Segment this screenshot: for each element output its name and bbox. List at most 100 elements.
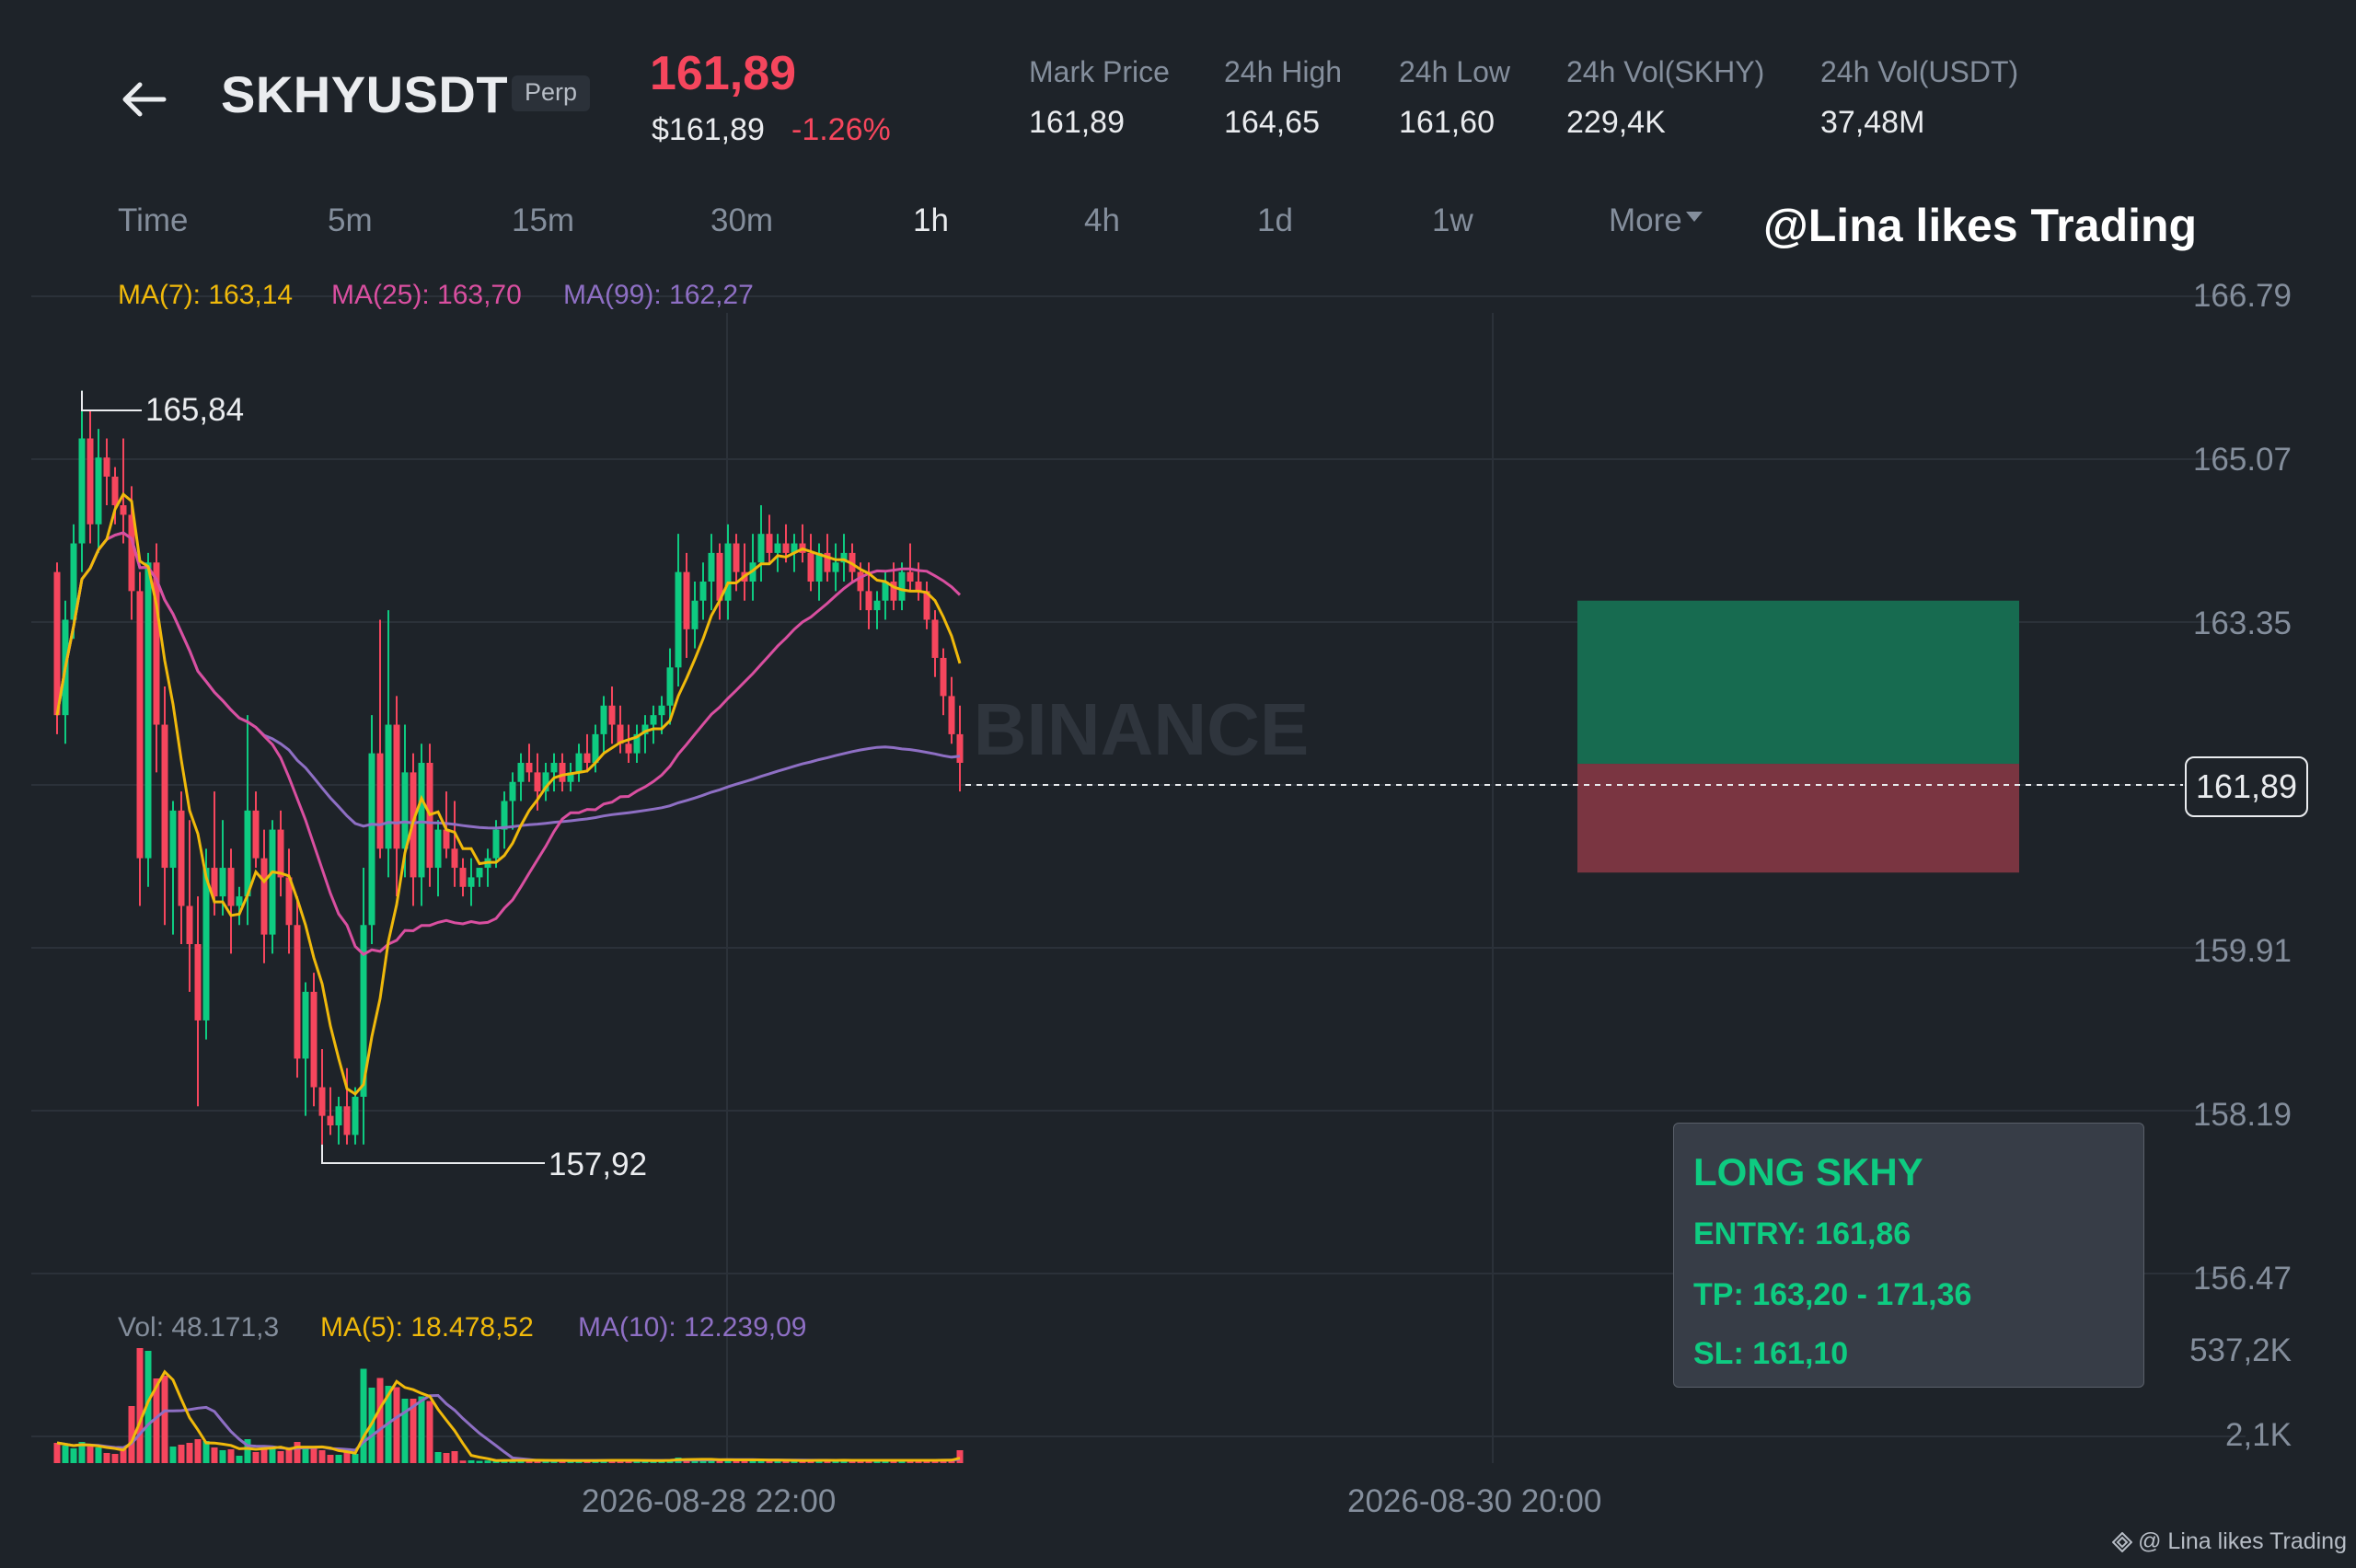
volume-bar <box>956 1450 964 1463</box>
change-percent: -1.26% <box>791 112 891 147</box>
low-extreme-label: 157,92 <box>549 1147 648 1182</box>
candle-body <box>956 733 964 764</box>
candle-body <box>865 591 872 611</box>
candle-body <box>87 438 94 525</box>
volume-bar <box>335 1455 342 1463</box>
volume-bar <box>318 1450 326 1463</box>
signal-stop-loss: SL: 161,10 <box>1693 1336 1849 1371</box>
volume-bar <box>136 1348 144 1463</box>
volume-bar <box>343 1452 351 1463</box>
volume-bar <box>236 1456 243 1463</box>
watermark-text: @Lina likes Trading <box>1763 200 2198 251</box>
volume-bar <box>360 1368 367 1463</box>
candle-body <box>468 877 475 887</box>
tf-5m[interactable]: 5m <box>328 202 373 239</box>
candle-body <box>501 801 508 830</box>
candle-body <box>178 810 185 906</box>
volume-bar <box>178 1445 185 1463</box>
high-extreme-marker <box>81 390 142 411</box>
ma25-line <box>55 531 962 957</box>
volume-bar <box>451 1451 458 1463</box>
volume-legend: Vol: 48.171,3 <box>118 1312 280 1343</box>
candle-body <box>136 591 144 859</box>
stop-loss-zone <box>1577 764 2019 873</box>
ma99-legend: MA(99): 162,27 <box>563 280 754 310</box>
footer-watermark: @ Lina likes Trading <box>2112 1528 2347 1555</box>
candle-body <box>343 1106 351 1136</box>
volume-bar <box>103 1453 110 1463</box>
binance-watermark: BINANCE <box>974 688 1309 770</box>
tf-4h[interactable]: 4h <box>1084 202 1120 239</box>
low-24h-value: 161,60 <box>1399 105 1495 140</box>
footer-watermark-text: @ Lina likes Trading <box>2138 1528 2347 1554</box>
candle-body <box>691 600 699 629</box>
tf-1w[interactable]: 1w <box>1432 202 1473 239</box>
volume-bar <box>202 1441 210 1463</box>
candle-body <box>832 562 839 572</box>
volume-bar <box>418 1396 425 1463</box>
volume-bar <box>227 1449 235 1463</box>
candle-body <box>534 772 541 792</box>
caret-down-icon <box>1685 212 1703 222</box>
ma7-legend: MA(7): 163,14 <box>118 280 294 310</box>
candle-body <box>815 552 823 582</box>
candle-body <box>575 753 583 773</box>
back-button[interactable] <box>118 74 169 125</box>
candle-body <box>120 505 127 515</box>
candle-body <box>161 724 168 869</box>
candle-body <box>907 571 914 582</box>
tf-more[interactable]: More <box>1609 202 1703 239</box>
vol-quote-value: 37,48M <box>1820 105 1925 140</box>
candle-body <box>782 543 790 553</box>
candle-body <box>459 868 467 887</box>
candle-body <box>252 810 260 859</box>
candle-body <box>625 744 632 754</box>
symbol-title[interactable]: SKHYUSDT <box>221 64 508 124</box>
tf-time[interactable]: Time <box>118 202 188 239</box>
candle-body <box>277 829 284 878</box>
high-24h-label: 24h High <box>1224 55 1343 88</box>
volume-bar <box>252 1452 260 1463</box>
candle-body <box>144 562 152 859</box>
candle-body <box>186 905 193 945</box>
tf-15m[interactable]: 15m <box>512 202 574 239</box>
volume-bar <box>401 1399 409 1463</box>
ma25-legend: MA(25): 163,70 <box>331 280 522 310</box>
candle-body <box>219 868 226 897</box>
candle-body <box>559 763 566 782</box>
volume-bar <box>484 1460 491 1463</box>
candle-body <box>898 571 906 601</box>
candle-body <box>509 781 516 801</box>
candle-body <box>873 600 881 611</box>
candle-body <box>310 991 318 1088</box>
candle-body <box>169 810 177 869</box>
candle-body <box>583 753 591 764</box>
signal-take-profit: TP: 163,20 - 171,36 <box>1693 1277 1972 1312</box>
tf-30m[interactable]: 30m <box>710 202 773 239</box>
volume-bar <box>327 1455 334 1463</box>
volume-bar <box>393 1387 400 1463</box>
candle-body <box>608 705 616 725</box>
volume-bar <box>111 1454 119 1463</box>
volume-bar <box>443 1453 450 1463</box>
candle-body <box>401 772 409 849</box>
volume-bar <box>186 1443 193 1463</box>
volume-bar <box>70 1448 77 1463</box>
tf-1h[interactable]: 1h <box>913 202 949 239</box>
volume-bar <box>310 1447 318 1463</box>
candle-body <box>774 543 781 553</box>
candle-body <box>807 552 814 582</box>
volume-bar <box>426 1401 433 1463</box>
tf-1d[interactable]: 1d <box>1257 202 1293 239</box>
volume-bar <box>459 1460 467 1463</box>
tf-more-label: More <box>1609 202 1682 238</box>
vol-base-value: 229,4K <box>1566 105 1666 140</box>
current-price-tag: 161,89 <box>2185 756 2308 817</box>
signal-title: LONG SKHY <box>1693 1150 1923 1193</box>
volume-bar <box>219 1450 226 1463</box>
candle-body <box>335 1106 342 1125</box>
candle-body <box>236 896 243 906</box>
candle-body <box>78 438 86 544</box>
candle-body <box>434 829 442 869</box>
volume-bar <box>53 1443 61 1463</box>
